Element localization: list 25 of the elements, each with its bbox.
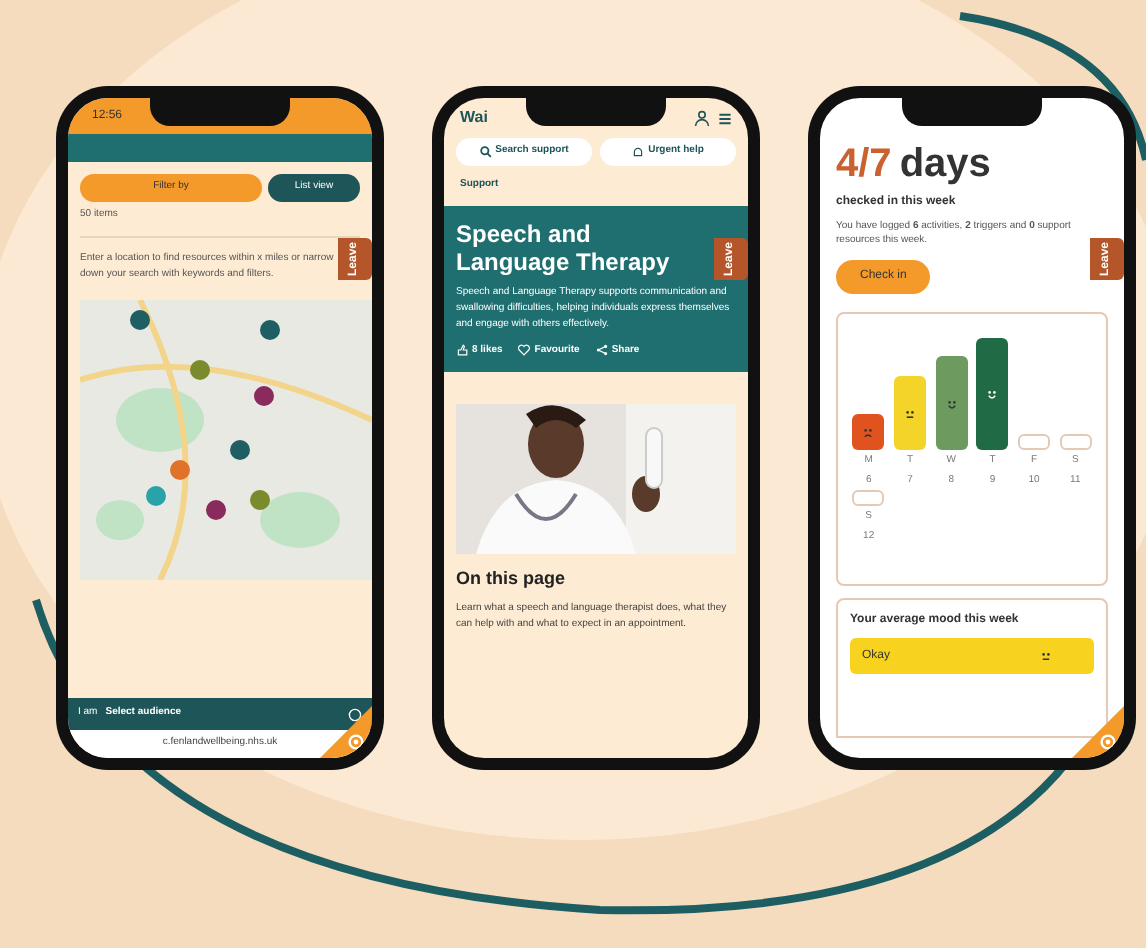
corner-tab-background bbox=[1072, 706, 1124, 758]
share-icon bbox=[595, 344, 608, 357]
days-label: days bbox=[899, 140, 991, 190]
heart-icon bbox=[518, 344, 531, 357]
thumbs-up-icon bbox=[456, 344, 468, 357]
happy-face-icon bbox=[984, 386, 1001, 402]
person-icon bbox=[694, 110, 710, 126]
bell-icon bbox=[632, 146, 645, 158]
phone-notch bbox=[902, 98, 1042, 126]
phone-notch bbox=[150, 98, 290, 126]
page-title: Speech and Language Therapy bbox=[456, 219, 672, 275]
days-count: 4/7 bbox=[836, 140, 892, 190]
section-heading: On this page bbox=[454, 566, 568, 592]
gear-icon bbox=[1100, 734, 1116, 750]
info-icon bbox=[348, 707, 362, 721]
search-icon bbox=[479, 146, 492, 158]
sad-face-icon bbox=[860, 424, 877, 440]
phone-notch bbox=[526, 98, 666, 126]
neutral-face-icon bbox=[1038, 648, 1054, 664]
app-logo: Wai bbox=[460, 106, 488, 130]
gear-icon bbox=[348, 734, 364, 750]
happy-face-icon bbox=[943, 395, 960, 411]
corner-tab-background bbox=[320, 706, 372, 758]
neutral-face-icon bbox=[901, 405, 918, 421]
menu-icon bbox=[718, 111, 732, 125]
